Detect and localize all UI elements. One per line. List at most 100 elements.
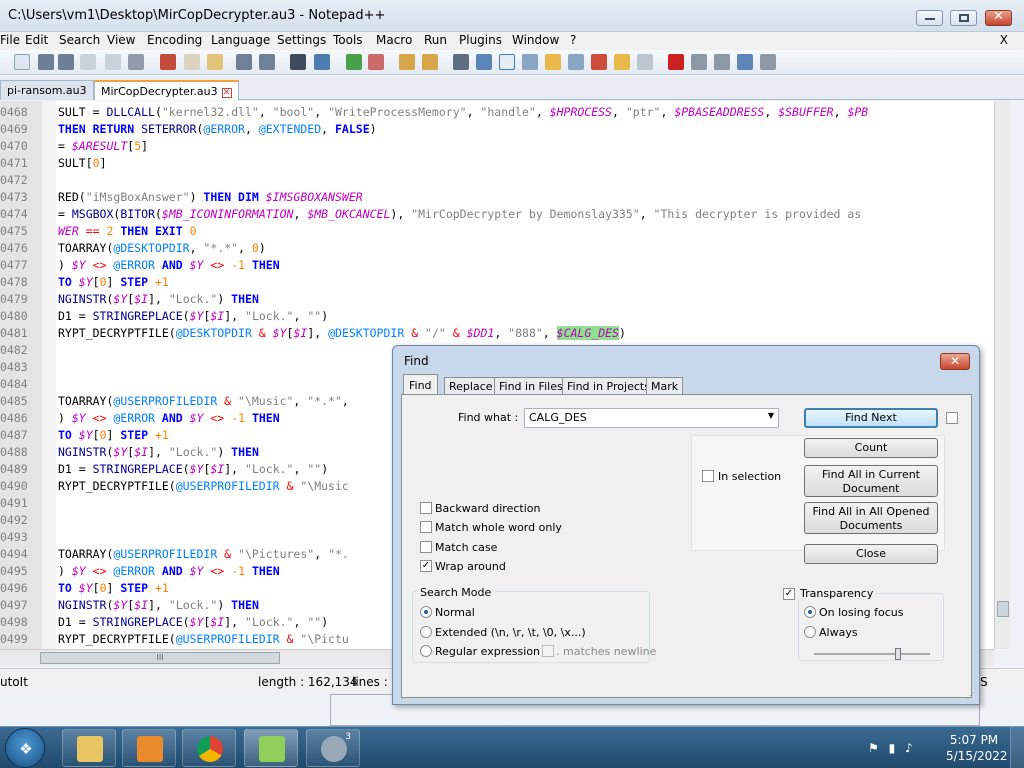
tab-find-in-files[interactable]: Find in Files xyxy=(494,377,568,395)
maximize-button[interactable] xyxy=(950,10,977,26)
code-line[interactable]: 0469 THEN RETURN SETERROR(@ERROR, @EXTEND… xyxy=(0,121,994,138)
taskbar-chrome[interactable] xyxy=(182,729,236,767)
code-line[interactable]: 0471 SULT[0] xyxy=(0,155,994,172)
close-button[interactable]: ✕ xyxy=(985,9,1012,26)
zoom-in-icon[interactable] xyxy=(346,54,362,70)
find-what-input[interactable]: CALG_DES ▼ xyxy=(524,408,779,428)
menu-file[interactable]: File xyxy=(0,33,20,47)
close-file-icon[interactable] xyxy=(80,54,96,70)
network-icon[interactable]: ▮ xyxy=(889,741,896,755)
new-file-icon[interactable] xyxy=(14,54,30,70)
backward-direction-checkbox[interactable] xyxy=(420,502,432,514)
find-next-button[interactable]: Find Next xyxy=(804,408,938,428)
menu-language[interactable]: Language xyxy=(211,33,270,47)
vertical-scrollbar[interactable] xyxy=(994,101,1010,649)
code-line[interactable]: 0478 TO $Y[0] STEP +1 xyxy=(0,274,994,291)
transparency-checkbox[interactable]: ✓ xyxy=(783,588,795,600)
menu-view[interactable]: View xyxy=(107,33,135,47)
count-button[interactable]: Count xyxy=(804,438,938,458)
slider-thumb[interactable] xyxy=(895,648,901,660)
wrap-around-checkbox[interactable]: ✓ xyxy=(420,560,432,572)
on-losing-focus-radio[interactable] xyxy=(804,606,816,618)
close-tab-icon[interactable]: ✕ xyxy=(221,88,232,98)
tab-mark[interactable]: Mark xyxy=(646,377,684,395)
find-next-option-checkbox[interactable] xyxy=(946,412,958,424)
title-bar[interactable]: C:\Users\vm1\Desktop\MirCopDecrypter.au3… xyxy=(0,0,1024,32)
function-list-icon[interactable] xyxy=(568,54,584,70)
sync-horizontal-icon[interactable] xyxy=(422,54,438,70)
print-icon[interactable] xyxy=(128,54,144,70)
code-line[interactable]: 0477) $Y <> @ERROR AND $Y <> -1 THEN xyxy=(0,257,994,274)
find-all-opened-button[interactable]: Find All in All Opened Documents xyxy=(804,502,938,534)
tab-pi-ransom[interactable]: pi-ransom.au3 xyxy=(0,80,94,100)
show-all-chars-icon[interactable] xyxy=(476,54,492,70)
taskbar-notepadpp[interactable] xyxy=(244,729,298,767)
close-dialog-button[interactable]: Close xyxy=(804,544,938,564)
tab-find-in-projects[interactable]: Find in Projects xyxy=(562,377,655,395)
indent-guide-icon[interactable] xyxy=(499,54,515,70)
stop-macro-icon[interactable] xyxy=(691,54,707,70)
record-macro-icon[interactable] xyxy=(668,54,684,70)
menu-tools[interactable]: Tools xyxy=(333,33,363,47)
close-all-icon[interactable] xyxy=(105,54,121,70)
match-case-checkbox[interactable] xyxy=(420,541,432,553)
tab-mircopdecrypter[interactable]: MirCopDecrypter.au3 ✕ xyxy=(94,80,239,100)
start-button[interactable]: ❖ xyxy=(5,728,45,768)
transparency-slider[interactable] xyxy=(814,648,930,660)
save-all-icon[interactable] xyxy=(58,54,74,70)
tab-find[interactable]: Find xyxy=(403,374,438,395)
menu-settings[interactable]: Settings xyxy=(277,33,326,47)
horizontal-scroll-thumb[interactable]: III xyxy=(40,652,280,664)
tab-replace[interactable]: Replace xyxy=(444,377,498,395)
eye-icon[interactable] xyxy=(637,54,653,70)
code-line[interactable]: 0474 = MSGBOX(BITOR($MB_ICONINFORMATION, … xyxy=(0,206,994,223)
monitoring-icon[interactable] xyxy=(614,54,630,70)
save-macro-icon[interactable] xyxy=(760,54,776,70)
taskbar-explorer[interactable] xyxy=(62,729,116,767)
code-line[interactable]: 0468 SULT = DLLCALL("kernel32.dll", "bool… xyxy=(0,104,994,121)
always-radio[interactable] xyxy=(804,626,816,638)
vertical-scroll-thumb[interactable] xyxy=(997,601,1009,617)
undo-icon[interactable] xyxy=(236,54,252,70)
menu-edit[interactable]: Edit xyxy=(25,33,48,47)
show-desktop-button[interactable] xyxy=(1010,727,1024,768)
find-icon[interactable] xyxy=(290,54,306,70)
replace-icon[interactable] xyxy=(314,54,330,70)
close-document-button[interactable]: X xyxy=(1000,33,1008,47)
menu-help[interactable]: ? xyxy=(570,33,576,47)
paste-icon[interactable] xyxy=(207,54,223,70)
regex-radio[interactable] xyxy=(420,645,432,657)
find-all-current-button[interactable]: Find All in Current Document xyxy=(804,465,938,497)
code-line[interactable]: 0475 WER == 2 THEN EXIT 0 xyxy=(0,223,994,240)
in-selection-checkbox[interactable] xyxy=(702,470,714,482)
normal-radio[interactable] xyxy=(420,606,432,618)
match-whole-word-checkbox[interactable] xyxy=(420,521,432,533)
menu-encoding[interactable]: Encoding xyxy=(147,33,202,47)
menu-search[interactable]: Search xyxy=(59,33,100,47)
taskbar-media-player[interactable] xyxy=(122,729,176,767)
save-icon[interactable] xyxy=(38,54,54,70)
dialog-close-button[interactable]: ✕ xyxy=(940,353,970,370)
menu-window[interactable]: Window xyxy=(512,33,559,47)
minimize-button[interactable] xyxy=(916,10,943,26)
menu-plugins[interactable]: Plugins xyxy=(459,33,502,47)
code-line[interactable]: 0476 TOARRAY(@DESKTOPDIR, "*.*", 0) xyxy=(0,240,994,257)
menu-run[interactable]: Run xyxy=(424,33,447,47)
action-center-icon[interactable]: ⚑ xyxy=(868,741,879,755)
folder-workspace-icon[interactable] xyxy=(591,54,607,70)
extended-radio[interactable] xyxy=(420,626,432,638)
code-line[interactable]: 0480 D1 = STRINGREPLACE($Y[$I], "Lock.", … xyxy=(0,308,994,325)
code-line[interactable]: 0481 RYPT_DECRYPTFILE(@DESKTOPDIR & $Y[$I… xyxy=(0,325,994,342)
udl-icon[interactable] xyxy=(522,54,538,70)
taskbar-autoit[interactable]: 3 xyxy=(306,729,360,767)
run-macro-multiple-icon[interactable] xyxy=(737,54,753,70)
volume-icon[interactable]: ♪ xyxy=(905,741,913,755)
chevron-down-icon[interactable]: ▼ xyxy=(768,411,774,420)
clock[interactable]: 5:07 PM 5/15/2022 xyxy=(946,733,1008,768)
cut-icon[interactable] xyxy=(160,54,176,70)
code-line[interactable]: 0472 xyxy=(0,172,994,189)
matches-newline-checkbox[interactable] xyxy=(542,645,554,657)
code-line[interactable]: 0470 = $ARESULT[5] xyxy=(0,138,994,155)
code-line[interactable]: 0473 RED("iMsgBoxAnswer") THEN DIM $IMSGB… xyxy=(0,189,994,206)
redo-icon[interactable] xyxy=(259,54,275,70)
